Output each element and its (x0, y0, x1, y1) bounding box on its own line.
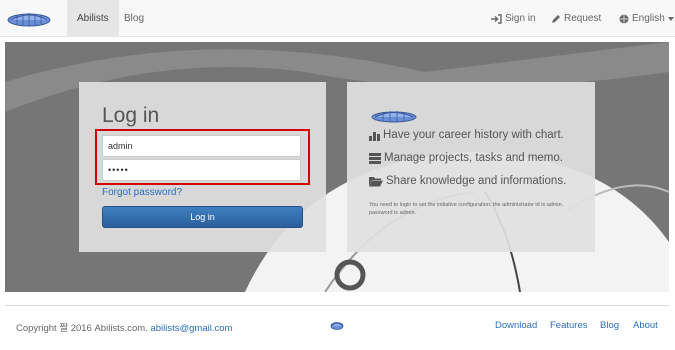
abilists-logo-icon (371, 111, 417, 123)
footer-copyright: Copyright 짤 2016 Abilists.com. abilists@… (16, 320, 232, 334)
language-label: English (632, 13, 665, 24)
sign-in-icon (491, 13, 502, 24)
copyright-rest: 2016 Abilists.com. (68, 323, 148, 334)
request-link[interactable]: Request (551, 0, 601, 37)
feature-share-knowledge: Share knowledge and informations. (369, 175, 566, 187)
feature-label: Have your career history with chart. (383, 129, 564, 141)
forgot-password-link[interactable]: Forgot password? (102, 187, 182, 198)
tab-abilists[interactable]: Abilists (67, 0, 119, 37)
sign-in-link[interactable]: Sign in (491, 0, 536, 37)
footer-email-link[interactable]: abilists@gmail.com (150, 323, 232, 334)
feature-label: Manage projects, tasks and memo. (384, 152, 563, 164)
feature-career-history: Have your career history with chart. (369, 129, 564, 141)
footer-divider (5, 305, 669, 306)
username-input[interactable]: admin (102, 135, 301, 157)
request-label: Request (564, 13, 602, 24)
login-button[interactable]: Log in (102, 206, 303, 228)
tab-blog[interactable]: Blog (114, 0, 154, 37)
language-dropdown[interactable]: English (619, 0, 674, 37)
copyright-symbol: 짤 (59, 323, 69, 334)
feature-manage-projects: Manage projects, tasks and memo. (369, 152, 563, 164)
footer-features-link[interactable]: Features (550, 320, 588, 331)
feature-label: Share knowledge and informations. (386, 175, 567, 187)
footer-about-link[interactable]: About (633, 320, 658, 331)
footer-blog-link[interactable]: Blog (600, 320, 619, 331)
footer-download-link[interactable]: Download (495, 320, 537, 331)
pencil-icon (552, 14, 560, 23)
bar-chart-icon (369, 131, 380, 141)
sign-in-label: Sign in (505, 13, 536, 24)
info-panel: Have your career history with chart. Man… (347, 82, 595, 252)
abilists-logo-icon[interactable] (5, 8, 53, 28)
abilists-logo-icon[interactable] (330, 320, 344, 330)
login-title: Log in (102, 104, 160, 127)
password-input[interactable]: ••••• (102, 159, 301, 181)
caret-down-icon (667, 16, 674, 21)
login-panel: Log in admin ••••• Forgot password? Log … (79, 82, 326, 252)
navbar: Abilists Blog Sign in Request English (0, 0, 675, 37)
copyright-label: Copyright (16, 323, 60, 334)
admin-login-note: You need to login to set the initiative … (369, 202, 564, 216)
folder-open-icon (369, 176, 383, 186)
globe-icon (619, 14, 629, 23)
tasks-icon (369, 152, 381, 164)
